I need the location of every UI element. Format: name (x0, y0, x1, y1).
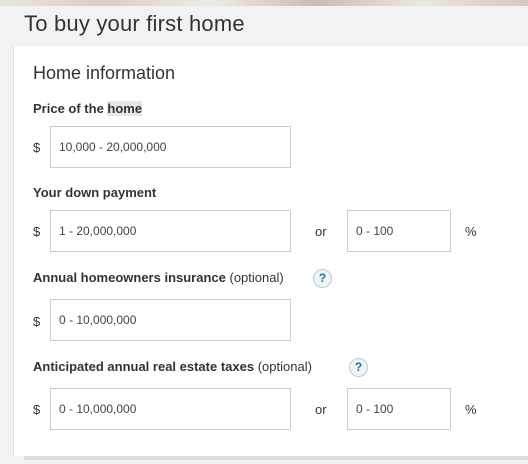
taxes-or-text: or (315, 402, 327, 417)
page-title: To buy your first home (24, 11, 245, 36)
price-label-highlight: home (107, 101, 143, 116)
card-bottom-divider (24, 456, 528, 460)
insurance-optional-text: (optional) (229, 270, 284, 285)
section-title: Home information (33, 63, 176, 83)
down-payment-or-text: or (315, 224, 327, 239)
down-payment-amount-input[interactable] (50, 210, 291, 252)
header-photo-strip (0, 0, 528, 6)
down-payment-label: Your down payment (33, 185, 157, 200)
insurance-currency-symbol: $ (33, 314, 41, 329)
insurance-amount-input[interactable] (50, 299, 291, 341)
taxes-percent-sign: % (465, 402, 477, 417)
price-currency-symbol: $ (33, 140, 41, 155)
price-label: Price of the home (33, 101, 143, 116)
taxes-amount-input[interactable] (50, 388, 291, 430)
insurance-label-text: Annual homeowners insurance (33, 270, 226, 285)
home-price-input[interactable] (50, 126, 291, 168)
taxes-optional-text: (optional) (257, 359, 312, 374)
insurance-help-icon[interactable]: ? (313, 269, 332, 288)
taxes-help-icon[interactable]: ? (349, 358, 368, 377)
taxes-percent-input[interactable] (347, 388, 451, 430)
insurance-label: Annual homeowners insurance (optional) (33, 270, 284, 285)
taxes-currency-symbol: $ (33, 402, 41, 417)
price-label-text: Price of the (33, 101, 108, 116)
down-payment-percent-sign: % (465, 224, 477, 239)
down-payment-percent-input[interactable] (347, 210, 451, 252)
down-payment-currency-symbol: $ (33, 224, 41, 239)
taxes-label: Anticipated annual real estate taxes (op… (33, 359, 312, 374)
taxes-label-text: Anticipated annual real estate taxes (33, 359, 255, 374)
page: To buy your first home Home information … (0, 0, 528, 464)
